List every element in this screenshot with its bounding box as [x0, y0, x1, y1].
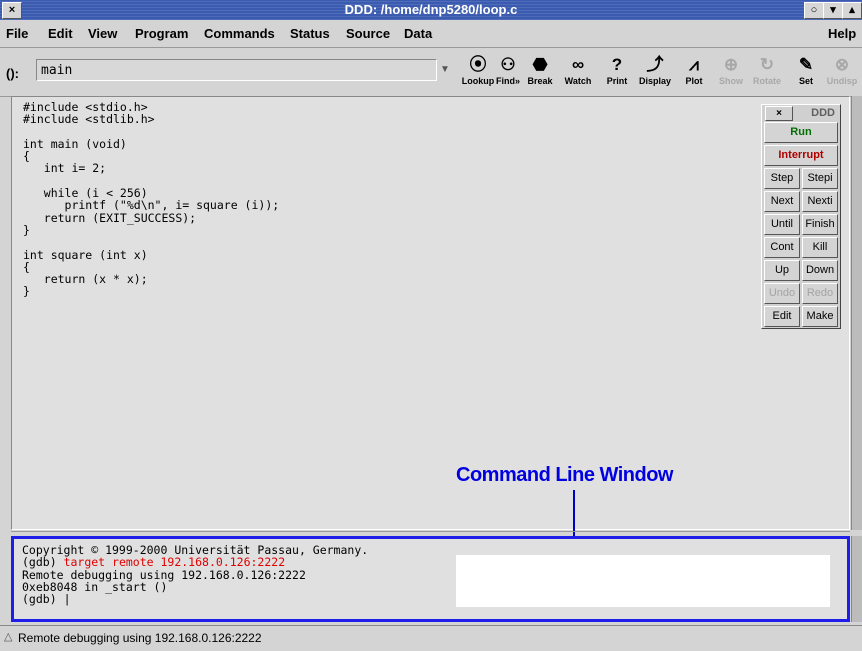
window-title: DDD: /home/dnp5280/loop.c [344, 2, 518, 17]
watch-button[interactable]: ∞ Watch [558, 54, 598, 92]
print-icon: ? [611, 55, 623, 74]
make-button[interactable]: Make [802, 306, 838, 327]
run-button[interactable]: Run [764, 122, 838, 143]
command-tool: × DDD Run Interrupt Step Stepi Next Next… [761, 104, 841, 329]
command-line-window-label: Command Line Window [456, 464, 673, 486]
show-button[interactable]: ⊕ Show [711, 54, 751, 92]
console-window[interactable]: Copyright © 1999-2000 Universität Passau… [11, 536, 850, 622]
combo-arrow-icon[interactable]: ▼ [440, 64, 452, 78]
set-icon: ✎ [798, 55, 814, 74]
show-label: Show [719, 76, 743, 86]
menu-program[interactable]: Program [135, 26, 188, 41]
command-tool-title: DDD [811, 107, 835, 119]
stop-icon: ⬣ [532, 55, 548, 74]
source-window[interactable]: #include <stdio.h> #include <stdlib.h> i… [11, 96, 850, 530]
menu-help[interactable]: Help [828, 26, 856, 41]
until-button[interactable]: Until [764, 214, 800, 235]
menu-bar: File Edit View Program Commands Status S… [0, 20, 862, 48]
down-button[interactable]: Down [802, 260, 838, 281]
plot-icon: ⩘ [689, 55, 699, 74]
print-label: Print [606, 76, 628, 86]
argument-label: (): [6, 66, 19, 81]
display-label: Display [638, 76, 671, 86]
plot-button[interactable]: ⩘ Plot [674, 54, 714, 92]
next-button[interactable]: Next [764, 191, 800, 212]
console-blank-area [456, 555, 830, 607]
menu-edit[interactable]: Edit [48, 26, 73, 41]
break-button[interactable]: ⬣ Break [520, 54, 560, 92]
menu-data[interactable]: Data [404, 26, 432, 41]
edit-button[interactable]: Edit [764, 306, 800, 327]
watch-label: Watch [564, 76, 592, 86]
command-tool-header: × DDD [763, 106, 839, 121]
source-scrollbar[interactable] [851, 96, 862, 530]
close-icon[interactable]: × [765, 106, 793, 121]
undisplay-label: Undisp [826, 76, 858, 86]
argument-input[interactable]: main [36, 59, 437, 81]
rotate-button[interactable]: ↻ Rotate [747, 54, 787, 92]
print-button[interactable]: ? Print [597, 54, 637, 92]
break-label: Break [527, 76, 553, 86]
undo-button[interactable]: Undo [764, 283, 800, 304]
console-prompt-current[interactable]: (gdb) [22, 592, 57, 606]
menu-source[interactable]: Source [346, 26, 390, 41]
pane-separator[interactable] [11, 531, 850, 535]
display-icon: ⤴ [646, 55, 664, 74]
menu-file[interactable]: File [6, 26, 28, 41]
kill-button[interactable]: Kill [802, 237, 838, 258]
up-button[interactable]: Up [764, 260, 800, 281]
toolbar: (): main ▼ ⦿ Lookup ⚇ Find» ⬣ Break ∞ Wa… [0, 48, 862, 97]
menu-status[interactable]: Status [290, 26, 330, 41]
step-button[interactable]: Step [764, 168, 800, 189]
nexti-button[interactable]: Nexti [802, 191, 838, 212]
stepi-button[interactable]: Stepi [802, 168, 838, 189]
plot-label: Plot [685, 76, 703, 86]
console-text: Copyright © 1999-2000 Universität Passau… [22, 544, 368, 605]
status-text: Remote debugging using 192.168.0.126:222… [18, 631, 262, 645]
watch-icon: ∞ [571, 55, 585, 74]
find-label: Find» [496, 76, 520, 86]
show-icon: ⊕ [723, 55, 739, 74]
menu-commands[interactable]: Commands [204, 26, 275, 41]
console-scrollbar[interactable] [851, 536, 862, 622]
undisplay-icon: ⊗ [834, 55, 850, 74]
status-triangle-icon[interactable]: △ [4, 630, 12, 643]
source-code[interactable]: #include <stdio.h> #include <stdlib.h> i… [23, 101, 279, 298]
title-bar: × DDD: /home/dnp5280/loop.c ○ ▾ ▴ [0, 0, 862, 20]
text-cursor: | [63, 592, 71, 607]
redo-button[interactable]: Redo [802, 283, 838, 304]
shade-icon[interactable]: ▾ [823, 2, 843, 19]
cont-button[interactable]: Cont [764, 237, 800, 258]
undisplay-button[interactable]: ⊗ Undisp [822, 54, 862, 92]
display-button[interactable]: ⤴ Display [635, 54, 675, 92]
maximize-icon[interactable]: ▴ [842, 2, 862, 19]
status-bar: △ Remote debugging using 192.168.0.126:2… [0, 625, 862, 651]
interrupt-button[interactable]: Interrupt [764, 145, 838, 166]
finish-button[interactable]: Finish [802, 214, 838, 235]
menu-view[interactable]: View [88, 26, 117, 41]
set-label: Set [798, 76, 813, 86]
rotate-icon: ↻ [759, 55, 775, 74]
rotate-label: Rotate [752, 76, 781, 86]
minimize-icon[interactable]: ○ [804, 2, 824, 19]
set-button[interactable]: ✎ Set [786, 54, 826, 92]
